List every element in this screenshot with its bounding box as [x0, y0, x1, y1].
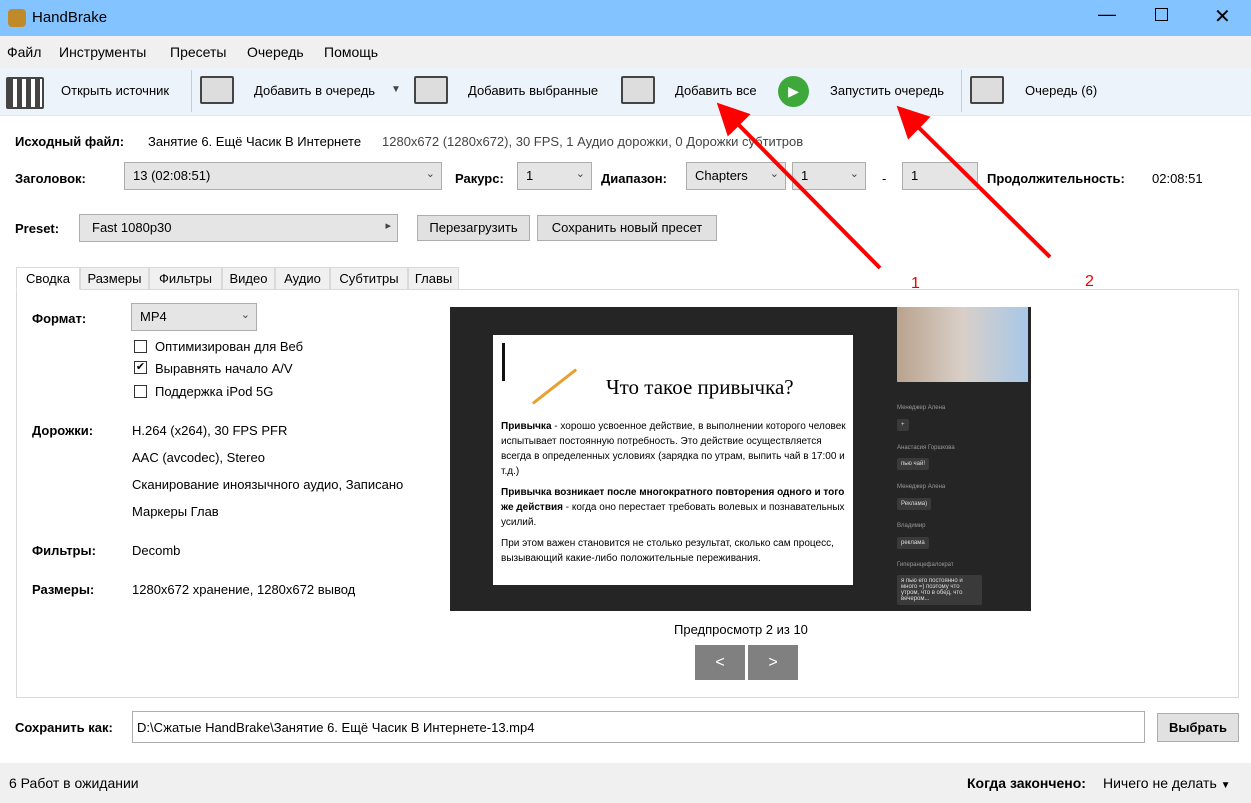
annotation-arrows: [716, 102, 1052, 270]
annotation-2: 2: [1085, 273, 1094, 290]
tab-summary[interactable]: Сводка: [16, 267, 80, 290]
arrow-1: [716, 102, 882, 270]
annotation-1: 1: [911, 275, 920, 292]
arrow-2: [896, 105, 1052, 259]
